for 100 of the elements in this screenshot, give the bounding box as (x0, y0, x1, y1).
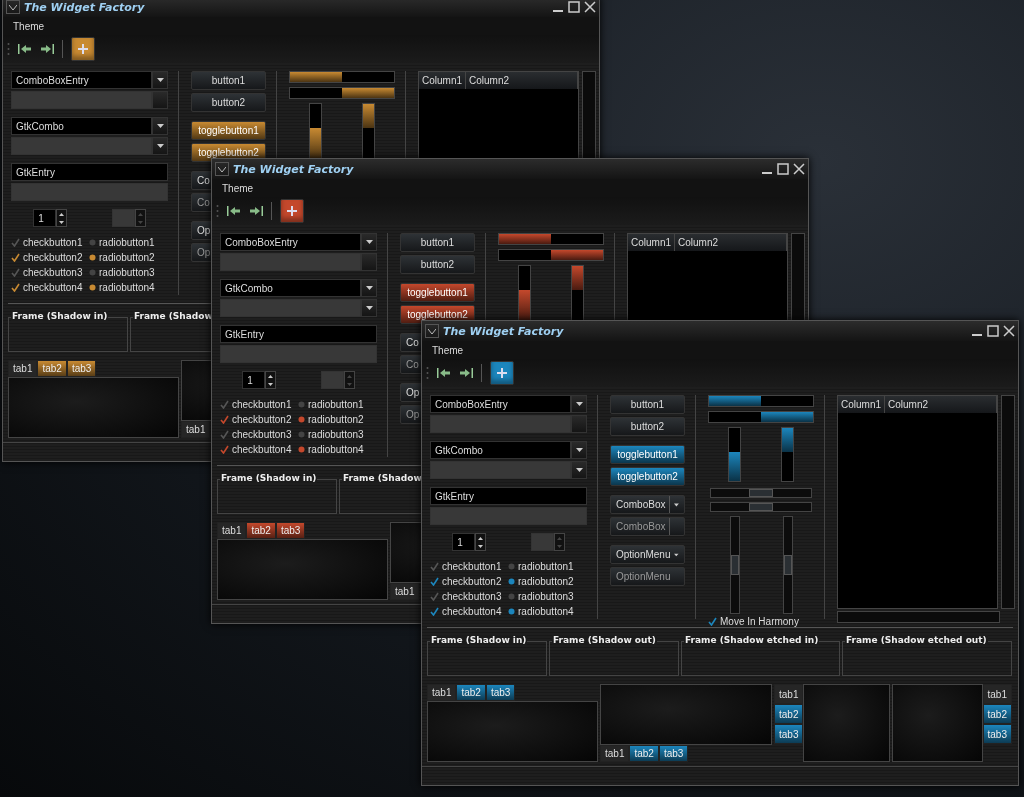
checkbox-label[interactable]: checkbutton4 (23, 282, 83, 293)
grip-icon[interactable] (216, 203, 219, 219)
checkbox-label[interactable]: Move In Harmony (720, 616, 799, 627)
radio-label[interactable]: radiobutton2 (518, 576, 574, 587)
tab[interactable]: tab2 (982, 704, 1012, 724)
checkbox-label[interactable]: checkbutton3 (232, 429, 292, 440)
checkbox-label[interactable]: checkbutton3 (23, 267, 83, 278)
tab[interactable]: tab2 (246, 522, 276, 539)
dropdown-button[interactable] (152, 71, 168, 89)
radio-label[interactable]: radiobutton3 (308, 429, 364, 440)
checkbox-label[interactable]: checkbutton1 (23, 237, 83, 248)
radio-dot[interactable] (298, 401, 305, 408)
column-header[interactable]: Column1 (838, 396, 886, 413)
checkbox-label[interactable]: checkbutton2 (442, 576, 502, 587)
window-menu-button[interactable] (6, 0, 20, 14)
tab[interactable]: tab1 (181, 421, 211, 438)
dropdown-button[interactable] (361, 279, 377, 297)
text-field[interactable]: GtkEntry (430, 487, 587, 505)
menu-item[interactable]: Theme (13, 20, 45, 32)
text-field[interactable]: ComboBoxEntry (220, 233, 361, 251)
radio-label[interactable]: radiobutton3 (99, 267, 155, 278)
maximize-icon[interactable] (777, 163, 789, 175)
forward-icon[interactable] (40, 44, 54, 54)
radio-dot[interactable] (89, 254, 96, 261)
radio-label[interactable]: radiobutton4 (518, 606, 574, 617)
spin-field[interactable]: 1 (33, 209, 57, 227)
dropdown-button[interactable] (571, 395, 587, 413)
text-field[interactable]: GtkCombo (11, 117, 152, 135)
horizontal-scrollbar[interactable] (837, 611, 1000, 623)
text-field[interactable]: GtkEntry (220, 325, 377, 343)
radio-dot[interactable] (89, 269, 96, 276)
tab[interactable]: tab1 (390, 583, 420, 600)
dropdown-button[interactable] (152, 137, 168, 155)
add-toggle-button[interactable] (280, 199, 304, 223)
text-field[interactable]: ComboBoxEntry (11, 71, 152, 89)
toggle-button[interactable]: togglebutton1 (191, 121, 266, 140)
tab[interactable]: tab2 (629, 745, 659, 762)
radio-dot[interactable] (508, 593, 515, 600)
push-button[interactable]: button2 (400, 255, 475, 274)
tab[interactable]: tab1 (982, 684, 1012, 704)
column-header[interactable]: Column2 (675, 234, 787, 251)
forward-icon[interactable] (249, 206, 263, 216)
tab[interactable]: tab1 (8, 360, 38, 377)
tab[interactable]: tab2 (456, 684, 486, 701)
spin-arrows[interactable] (265, 371, 277, 389)
toggle-button[interactable]: togglebutton1 (400, 283, 475, 302)
tab[interactable]: tab3 (485, 684, 516, 701)
dropdown-button[interactable] (361, 299, 377, 317)
push-button[interactable]: button1 (610, 395, 685, 414)
radio-dot[interactable] (508, 608, 515, 615)
radio-dot[interactable] (508, 563, 515, 570)
grip-icon[interactable] (7, 41, 10, 57)
forward-icon[interactable] (459, 368, 473, 378)
radio-label[interactable]: radiobutton4 (308, 444, 364, 455)
option-menu[interactable]: OptionMenu (610, 545, 685, 564)
column-header[interactable]: Column2 (466, 72, 578, 89)
tab[interactable]: tab1 (774, 684, 804, 704)
back-icon[interactable] (437, 368, 451, 378)
radio-dot[interactable] (508, 578, 515, 585)
tab[interactable]: tab1 (427, 684, 457, 701)
text-field[interactable]: GtkEntry (11, 163, 168, 181)
vertical-scrollbar[interactable] (1001, 395, 1015, 609)
checkbox-label[interactable]: checkbutton1 (232, 399, 292, 410)
combo-box[interactable]: ComboBox (610, 495, 685, 514)
tab[interactable]: tab3 (658, 745, 689, 762)
column-header[interactable]: Column1 (628, 234, 676, 251)
push-button[interactable]: button1 (191, 71, 266, 90)
tab[interactable]: tab3 (275, 522, 306, 539)
back-icon[interactable] (18, 44, 32, 54)
checkbox-label[interactable]: checkbutton3 (442, 591, 502, 602)
slider-track[interactable] (710, 501, 812, 512)
spin-field[interactable]: 1 (452, 533, 476, 551)
tree-view[interactable]: Column1 Column2 (837, 395, 998, 609)
radio-label[interactable]: radiobutton3 (518, 591, 574, 602)
close-icon[interactable] (584, 1, 596, 13)
slider-track[interactable] (729, 515, 740, 614)
tab[interactable]: tab1 (217, 522, 247, 539)
window-menu-button[interactable] (425, 324, 439, 338)
close-icon[interactable] (793, 163, 805, 175)
radio-label[interactable]: radiobutton2 (308, 414, 364, 425)
maximize-icon[interactable] (568, 1, 580, 13)
text-field[interactable]: ComboBoxEntry (430, 395, 571, 413)
spin-arrows[interactable] (475, 533, 487, 551)
radio-dot[interactable] (298, 431, 305, 438)
back-icon[interactable] (227, 206, 241, 216)
add-toggle-button[interactable] (490, 361, 514, 385)
slider-thumb[interactable] (730, 554, 739, 575)
checkbox-label[interactable]: checkbutton2 (23, 252, 83, 263)
tab[interactable]: tab3 (774, 724, 804, 744)
add-toggle-button[interactable] (71, 37, 95, 61)
checkbox-label[interactable]: checkbutton4 (232, 444, 292, 455)
radio-label[interactable]: radiobutton4 (99, 282, 155, 293)
toggle-button[interactable]: togglebutton2 (610, 467, 685, 486)
menu-item[interactable]: Theme (432, 344, 464, 356)
slider-thumb[interactable] (783, 554, 792, 575)
tab[interactable]: tab3 (66, 360, 97, 377)
radio-dot[interactable] (298, 416, 305, 423)
checkbox-label[interactable]: checkbutton2 (232, 414, 292, 425)
tab[interactable]: tab1 (600, 745, 630, 762)
checkbox-label[interactable]: checkbutton1 (442, 561, 502, 572)
